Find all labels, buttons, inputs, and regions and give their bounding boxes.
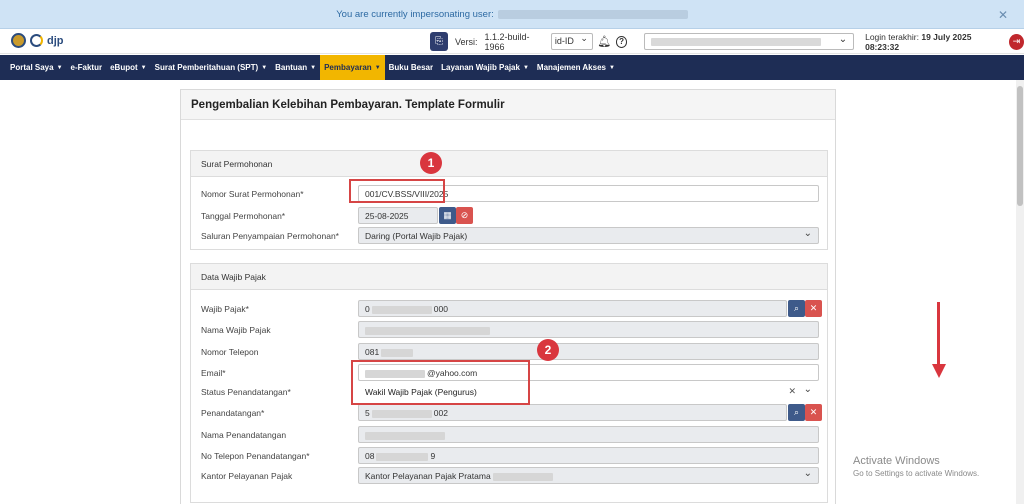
row-nama-penandatangan: Nama Penandatangan	[191, 426, 829, 443]
windows-watermark: Activate Windows Go to Settings to activ…	[853, 455, 980, 478]
search-penandatangan-button[interactable]: ⌕	[788, 404, 805, 421]
scrollbar-thumb[interactable]	[1017, 86, 1023, 206]
impersonation-banner: You are currently impersonating user: ✕	[0, 0, 1024, 29]
row-telp-penandatangan: No Telepon Penandatangan* 08 9	[191, 447, 829, 464]
logout-icon: ⇥	[1012, 36, 1021, 46]
nav-efaktur[interactable]: e-Faktur	[67, 55, 107, 80]
caret-down-icon: ▼	[56, 64, 63, 71]
close-banner-icon[interactable]: ✕	[998, 8, 1008, 22]
row-telepon: Nomor Telepon 081	[191, 343, 829, 360]
version-label: Versi:	[454, 36, 478, 47]
help-icon[interactable]: ?	[615, 35, 628, 48]
nav-portal-saya[interactable]: Portal Saya ▼	[6, 55, 67, 80]
section-heading: Data Wajib Pajak	[191, 264, 827, 290]
saluran-select[interactable]: Daring (Portal Wajib Pajak) ⌄	[358, 227, 819, 244]
nav-manajemen-akses[interactable]: Manajemen Akses ▼	[533, 55, 619, 80]
clipboard-button[interactable]: ⎘	[430, 32, 448, 51]
telepon-field: 081	[358, 343, 819, 360]
clear-penandatangan-button[interactable]: ✕	[805, 404, 822, 421]
form-card: Pengembalian Kelebihan Pembayaran. Templ…	[180, 89, 836, 504]
caret-down-icon: ▼	[310, 64, 317, 71]
chevron-down-icon: ⌄	[803, 468, 812, 479]
row-nama-wp: Nama Wajib Pajak	[191, 321, 829, 338]
caret-down-icon: ▼	[608, 64, 615, 71]
caret-down-icon: ▼	[522, 64, 529, 71]
version-value: 1.1.2-build-1966	[484, 31, 530, 52]
caret-down-icon: ▼	[140, 64, 147, 71]
row-nomor-surat: Nomor Surat Permohonan* 001/CV.BSS/VIII/…	[191, 185, 829, 202]
row-saluran: Saluran Penyampaian Permohonan* Daring (…	[191, 227, 829, 244]
search-icon: ⌕	[793, 407, 800, 417]
penandatangan-input[interactable]: 5 002	[358, 404, 787, 421]
nav-pembayaran[interactable]: Pembayaran ▼	[320, 55, 385, 80]
nav-ebupot[interactable]: eBupot ▼	[106, 55, 151, 80]
annotation-box-2	[351, 360, 530, 405]
nav-layanan-wp[interactable]: Layanan Wajib Pajak ▼	[437, 55, 533, 80]
section-surat-permohonan: Surat Permohonan Nomor Surat Permohonan*…	[190, 150, 828, 250]
impersonation-text: You are currently impersonating user:	[336, 8, 494, 20]
redacted-user	[497, 9, 688, 19]
annotation-box-1	[349, 179, 445, 203]
tanggal-input[interactable]: 25-08-2025	[358, 207, 438, 224]
annotation-badge-2: 2	[537, 339, 559, 361]
annotation-arrow-down-icon	[932, 302, 946, 382]
nav-buku-besar[interactable]: Buku Besar	[385, 55, 437, 80]
brand-name: djp	[47, 34, 64, 47]
telp-penandatangan-field: 08 9	[358, 447, 819, 464]
account-select[interactable]	[644, 33, 855, 50]
close-icon: ✕	[809, 407, 818, 417]
caret-down-icon: ▼	[374, 64, 381, 71]
calendar-icon: ▦	[443, 210, 452, 220]
chevron-down-icon: ⌄	[803, 384, 812, 395]
clipboard-icon: ⎘	[434, 36, 443, 47]
last-login: Login terakhir: 19 July 2025 08:23:32	[865, 31, 972, 52]
logo[interactable]: djp	[11, 33, 64, 48]
nav-bantuan[interactable]: Bantuan ▼	[271, 55, 320, 80]
filter-clear-icon: ⊘	[460, 210, 469, 220]
row-wajib-pajak: Wajib Pajak* 0 000 ⌕ ✕	[191, 300, 829, 317]
kpp-select[interactable]: Kantor Pelayanan Pajak Pratama ⌄	[358, 467, 819, 484]
nav-spt[interactable]: Surat Pemberitahuan (SPT) ▼	[151, 55, 272, 80]
djp-logo-icon	[30, 34, 43, 47]
chevron-down-icon: ⌄	[803, 228, 812, 239]
search-icon: ⌕	[793, 303, 800, 313]
search-wp-button[interactable]: ⌕	[788, 300, 805, 317]
page-title: Pengembalian Kelebihan Pembayaran. Templ…	[181, 90, 835, 120]
annotation-badge-1: 1	[420, 152, 442, 174]
clear-wp-button[interactable]: ✕	[805, 300, 822, 317]
section-heading: Surat Permohonan	[191, 151, 827, 177]
nama-penandatangan-field	[358, 426, 819, 443]
logout-button[interactable]: ⇥	[1008, 33, 1024, 50]
row-kpp: Kantor Pelayanan Pajak Kantor Pelayanan …	[191, 467, 829, 484]
nama-wp-field	[358, 321, 819, 338]
bell-icon[interactable]: 🔔︎	[597, 35, 611, 48]
main-navbar: Portal Saya ▼ e-Faktur eBupot ▼ Surat Pemb…	[0, 55, 1024, 80]
top-bar: djp ⎘ Versi: 1.1.2-build-1966 id-ID 🔔︎ ?…	[0, 29, 1024, 54]
language-select[interactable]: id-ID	[550, 33, 593, 50]
wajib-pajak-input[interactable]: 0 000	[358, 300, 787, 317]
row-tanggal: Tanggal Permohonan* 25-08-2025 ▦ ⊘	[191, 207, 829, 224]
row-penandatangan: Penandatangan* 5 002 ⌕ ✕	[191, 404, 829, 421]
crest-icon	[11, 33, 26, 48]
redacted-account	[651, 38, 822, 46]
calendar-button[interactable]: ▦	[439, 207, 456, 224]
page-scrollbar[interactable]	[1016, 80, 1024, 504]
clear-icon: ✕	[788, 386, 796, 396]
caret-down-icon: ▼	[261, 64, 268, 71]
clear-date-button[interactable]: ⊘	[456, 207, 473, 224]
close-icon: ✕	[809, 303, 818, 313]
